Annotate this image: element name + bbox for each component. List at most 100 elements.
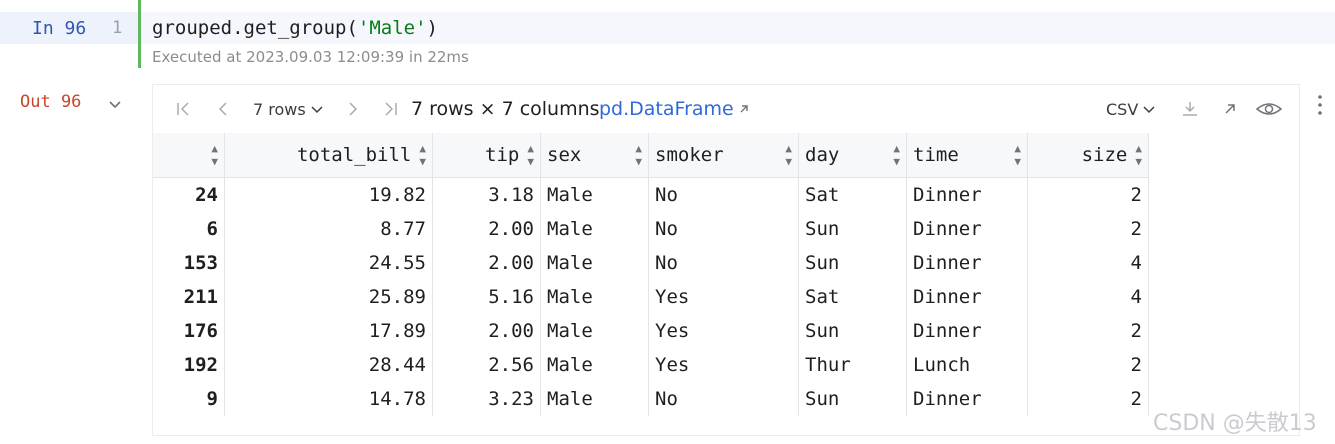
table-row[interactable]: 153 24.55 2.00 Male No Sun Dinner 4 (153, 246, 1149, 280)
sort-icon[interactable]: ▲ ▼ (785, 142, 792, 168)
table-row[interactable]: 192 28.44 2.56 Male Yes Thur Lunch 2 (153, 348, 1149, 382)
cell-day[interactable]: Sun (798, 246, 907, 280)
cell-total-bill[interactable]: 17.89 (224, 314, 433, 348)
cell-time[interactable]: Dinner (906, 212, 1028, 246)
cell-sex[interactable]: Male (540, 246, 649, 280)
cell-total-bill[interactable]: 19.82 (224, 177, 433, 212)
cell-size[interactable]: 2 (1027, 212, 1149, 246)
cell-smoker[interactable]: No (648, 246, 799, 280)
cell-day[interactable]: Sat (798, 280, 907, 314)
rows-per-page-select[interactable]: 7 rows (253, 100, 323, 119)
dataframe-type-link[interactable]: pd.DataFrame (599, 98, 750, 120)
column-header-index[interactable]: ▲ ▼ (153, 133, 225, 178)
first-page-icon[interactable] (173, 99, 193, 119)
export-format-select[interactable]: CSV (1106, 100, 1155, 119)
table-row[interactable]: 24 19.82 3.18 Male No Sat Dinner 2 (153, 177, 1149, 212)
cell-index[interactable]: 24 (153, 177, 225, 212)
cell-time[interactable]: Dinner (906, 177, 1028, 212)
cell-tip[interactable]: 2.00 (432, 246, 541, 280)
cell-index[interactable]: 153 (153, 246, 225, 280)
cell-total-bill[interactable]: 14.78 (224, 382, 433, 416)
cell-time[interactable]: Dinner (906, 246, 1028, 280)
eye-icon[interactable] (1255, 99, 1283, 119)
execution-info: Executed at 2023.09.03 12:09:39 in 22ms (152, 48, 469, 66)
cell-size[interactable]: 2 (1027, 177, 1149, 212)
open-external-icon[interactable] (1220, 99, 1240, 119)
column-header-total-bill[interactable]: total_bill ▲ ▼ (224, 133, 433, 178)
cell-size[interactable]: 2 (1027, 314, 1149, 348)
watermark: CSDN @失散13 (1153, 411, 1317, 436)
sort-icon[interactable]: ▲ ▼ (1135, 142, 1142, 168)
code-line[interactable]: grouped.get_group('Male') (152, 17, 438, 39)
cell-tip[interactable]: 3.18 (432, 177, 541, 212)
dataframe-dimensions: 7 rows × 7 columns (411, 98, 600, 120)
last-page-icon[interactable] (381, 99, 401, 119)
cell-tip[interactable]: 2.00 (432, 314, 541, 348)
cell-time[interactable]: Dinner (906, 280, 1028, 314)
cell-time[interactable]: Dinner (906, 382, 1028, 416)
column-header-sex[interactable]: sex ▲ ▼ (540, 133, 649, 178)
chevron-down-icon (311, 106, 323, 114)
chevron-down-icon[interactable] (108, 98, 122, 112)
cell-day[interactable]: Sun (798, 382, 907, 416)
prev-page-icon[interactable] (213, 99, 233, 119)
more-vertical-icon[interactable] (1317, 93, 1323, 117)
cell-size[interactable]: 4 (1027, 280, 1149, 314)
sort-icon[interactable]: ▲ ▼ (635, 142, 642, 168)
cell-sex[interactable]: Male (540, 177, 649, 212)
cell-sex[interactable]: Male (540, 314, 649, 348)
cell-total-bill[interactable]: 25.89 (224, 280, 433, 314)
sort-icon[interactable]: ▲ ▼ (1014, 142, 1021, 168)
table-row[interactable]: 9 14.78 3.23 Male No Sun Dinner 2 (153, 382, 1149, 416)
cell-total-bill[interactable]: 28.44 (224, 348, 433, 382)
input-cell[interactable]: In 96 1 grouped.get_group('Male') Execut… (0, 0, 1335, 68)
dataframe-table: ▲ ▼ total_bill ▲ ▼ tip ▲ ▼ sex ▲ ▼ smoker ▲ ▼ day… (153, 133, 1149, 416)
table-row[interactable]: 6 8.77 2.00 Male No Sun Dinner 2 (153, 212, 1149, 246)
column-header-size[interactable]: size ▲ ▼ (1027, 133, 1149, 178)
cell-index[interactable]: 9 (153, 382, 225, 416)
cell-tip[interactable]: 2.56 (432, 348, 541, 382)
cell-smoker[interactable]: No (648, 382, 799, 416)
cell-sex[interactable]: Male (540, 280, 649, 314)
cell-day[interactable]: Sun (798, 314, 907, 348)
cell-time[interactable]: Lunch (906, 348, 1028, 382)
cell-index[interactable]: 192 (153, 348, 225, 382)
cell-size[interactable]: 2 (1027, 348, 1149, 382)
cell-sex[interactable]: Male (540, 212, 649, 246)
cell-smoker[interactable]: No (648, 212, 799, 246)
cell-day[interactable]: Sat (798, 177, 907, 212)
cell-smoker[interactable]: Yes (648, 280, 799, 314)
download-icon[interactable] (1180, 99, 1200, 119)
cell-smoker[interactable]: No (648, 177, 799, 212)
table-row[interactable]: 211 25.89 5.16 Male Yes Sat Dinner 4 (153, 280, 1149, 314)
sort-icon[interactable]: ▲ ▼ (527, 142, 534, 168)
cell-index[interactable]: 176 (153, 314, 225, 348)
cell-smoker[interactable]: Yes (648, 314, 799, 348)
cell-size[interactable]: 4 (1027, 246, 1149, 280)
column-header-tip[interactable]: tip ▲ ▼ (432, 133, 541, 178)
cell-index[interactable]: 211 (153, 280, 225, 314)
arrow-up-right-icon (740, 105, 748, 113)
sort-icon[interactable]: ▲ ▼ (419, 142, 426, 168)
cell-day[interactable]: Thur (798, 348, 907, 382)
cell-time[interactable]: Dinner (906, 314, 1028, 348)
cell-smoker[interactable]: Yes (648, 348, 799, 382)
code-text-suffix: ) (426, 17, 438, 39)
cell-total-bill[interactable]: 8.77 (224, 212, 433, 246)
table-row[interactable]: 176 17.89 2.00 Male Yes Sun Dinner 2 (153, 314, 1149, 348)
next-page-icon[interactable] (343, 99, 363, 119)
column-header-time[interactable]: time ▲ ▼ (906, 133, 1028, 178)
cell-size[interactable]: 2 (1027, 382, 1149, 416)
cell-tip[interactable]: 3.23 (432, 382, 541, 416)
cell-day[interactable]: Sun (798, 212, 907, 246)
cell-tip[interactable]: 2.00 (432, 212, 541, 246)
column-header-smoker[interactable]: smoker ▲ ▼ (648, 133, 799, 178)
cell-sex[interactable]: Male (540, 382, 649, 416)
cell-total-bill[interactable]: 24.55 (224, 246, 433, 280)
cell-index[interactable]: 6 (153, 212, 225, 246)
sort-icon[interactable]: ▲ ▼ (893, 142, 900, 168)
sort-icon[interactable]: ▲ ▼ (211, 142, 218, 168)
cell-tip[interactable]: 5.16 (432, 280, 541, 314)
cell-sex[interactable]: Male (540, 348, 649, 382)
column-header-day[interactable]: day ▲ ▼ (798, 133, 907, 178)
